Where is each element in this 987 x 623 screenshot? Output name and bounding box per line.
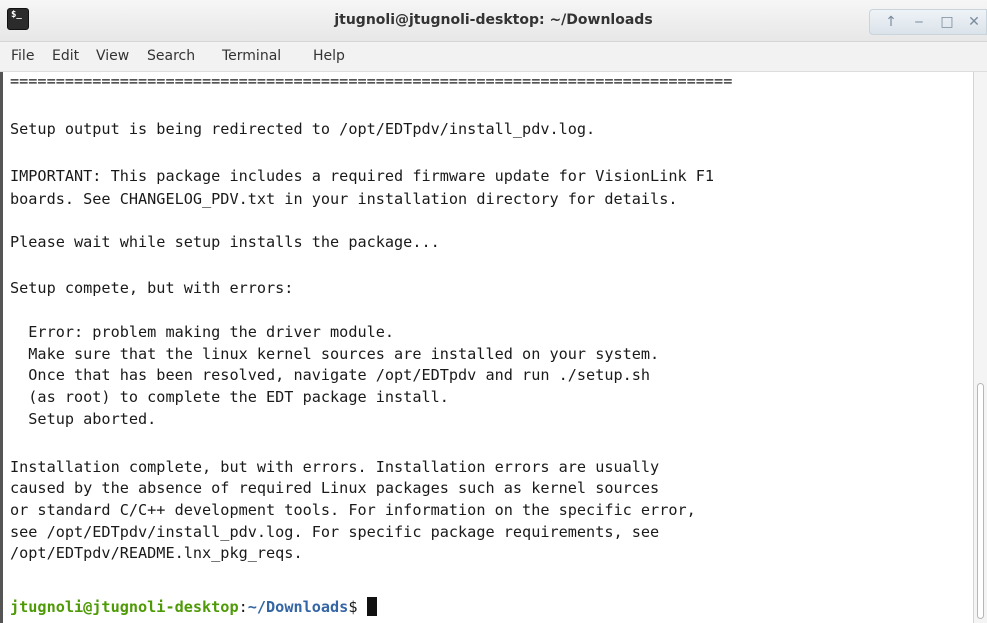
terminal-line: Once that has been resolved, navigate /o… xyxy=(10,366,651,384)
menu-view[interactable]: View xyxy=(96,48,129,64)
prompt-symbol: $ xyxy=(348,598,367,616)
terminal-line: Error: problem making the driver module. xyxy=(10,323,395,341)
menu-search[interactable]: Search xyxy=(147,48,195,64)
menu-edit[interactable]: Edit xyxy=(52,48,79,64)
terminal-line: IMPORTANT: This package includes a requi… xyxy=(10,167,715,185)
maximize-icon[interactable]: □ xyxy=(936,12,958,32)
window-title: jtugnoli@jtugnoli-desktop: ~/Downloads xyxy=(334,12,653,28)
terminal-line: see /opt/EDTpdv/install_pdv.log. For spe… xyxy=(10,523,660,541)
terminal-line: (as root) to complete the EDT package in… xyxy=(10,388,449,406)
window-controls: ↑ ‒ □ ✕ xyxy=(869,9,987,35)
terminal-line: Installation complete, but with errors. … xyxy=(10,458,660,476)
menu-help[interactable]: Help xyxy=(313,48,345,64)
close-icon[interactable]: ✕ xyxy=(963,12,985,32)
terminal-line: Setup compete, but with errors: xyxy=(10,279,294,297)
terminal-line: boards. See CHANGELOG_PDV.txt in your in… xyxy=(10,190,678,208)
prompt-user-host: jtugnoli@jtugnoli-desktop xyxy=(10,598,239,616)
text-cursor xyxy=(366,597,377,616)
terminal-line: or standard C/C++ development tools. For… xyxy=(10,501,696,519)
minimize-icon[interactable]: ‒ xyxy=(908,12,930,32)
terminal-line: ========================================… xyxy=(10,72,733,90)
prompt-separator: : xyxy=(238,598,248,616)
terminal-line: Setup aborted. xyxy=(10,410,157,428)
terminal-line: caused by the absence of required Linux … xyxy=(10,479,660,497)
vertical-scrollbar[interactable] xyxy=(973,72,987,623)
terminal-line: /opt/EDTpdv/README.lnx_pkg_reqs. xyxy=(10,544,303,562)
menu-bar: File Edit View Search Terminal Help xyxy=(0,42,987,72)
scrollbar-thumb[interactable] xyxy=(977,383,984,619)
terminal-line: Setup output is being redirected to /opt… xyxy=(10,120,596,138)
prompt-path: ~/Downloads xyxy=(247,598,349,616)
shell-prompt-line[interactable]: jtugnoli@jtugnoli-desktop:~/Downloads$ xyxy=(10,597,377,618)
terminal-output[interactable]: ========================================… xyxy=(3,72,963,623)
terminal-line: Please wait while setup installs the pac… xyxy=(10,233,440,251)
menu-terminal[interactable]: Terminal xyxy=(222,48,281,64)
shade-up-icon[interactable]: ↑ xyxy=(880,12,902,32)
terminal-window: $_ jtugnoli@jtugnoli-desktop: ~/Download… xyxy=(0,0,987,623)
terminal-line: Make sure that the linux kernel sources … xyxy=(10,345,660,363)
title-bar[interactable]: $_ jtugnoli@jtugnoli-desktop: ~/Download… xyxy=(0,0,987,42)
menu-file[interactable]: File xyxy=(11,48,34,64)
